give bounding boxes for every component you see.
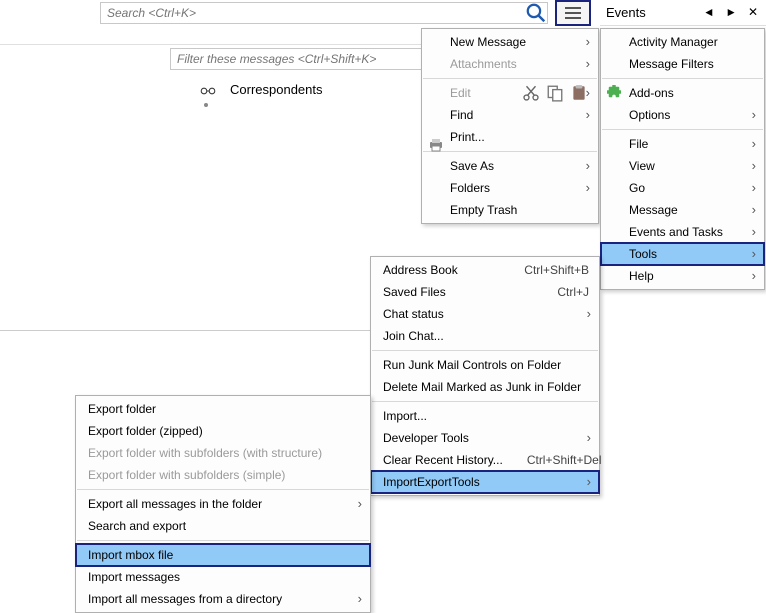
menu-search-export[interactable]: Search and export: [76, 515, 370, 537]
menu-message-filters[interactable]: Message Filters: [601, 53, 764, 75]
events-prev-icon[interactable]: ◄: [702, 6, 716, 20]
menu-events-tasks[interactable]: Events and Tasks: [601, 221, 764, 243]
menu-saved-files[interactable]: Saved FilesCtrl+J: [371, 281, 599, 303]
menu-import-mbox[interactable]: Import mbox file: [76, 544, 370, 566]
menu-export-subfolders-simple: Export folder with subfolders (simple): [76, 464, 370, 486]
menu-separator: [372, 350, 598, 351]
events-close-icon[interactable]: ✕: [746, 5, 760, 20]
menu-chat-status[interactable]: Chat status: [371, 303, 599, 325]
menu-message[interactable]: Message: [601, 199, 764, 221]
menu-edit: Edit: [422, 82, 598, 104]
menu-run-junk[interactable]: Run Junk Mail Controls on Folder: [371, 354, 599, 376]
app-menu: New Message Attachments Edit Find Print.…: [421, 28, 599, 224]
menu-separator: [423, 151, 597, 152]
menu-separator: [77, 489, 369, 490]
bullet-icon: [204, 103, 208, 107]
menu-save-as[interactable]: Save As: [422, 155, 598, 177]
menu-export-all-messages[interactable]: Export all messages in the folder: [76, 493, 370, 515]
menu-import-all-directory[interactable]: Import all messages from a directory: [76, 588, 370, 610]
menu-import[interactable]: Import...: [371, 405, 599, 427]
app-menu-button[interactable]: [555, 0, 591, 26]
events-next-icon[interactable]: ►: [724, 6, 738, 20]
menu-file[interactable]: File: [601, 133, 764, 155]
menu-options[interactable]: Options: [601, 104, 764, 126]
events-panel-header: Events ◄ ► ✕: [600, 0, 766, 26]
menu-addons[interactable]: Add-ons: [601, 82, 764, 104]
app-menu-secondary: Activity Manager Message Filters Add-ons…: [600, 28, 765, 290]
pane-divider: [0, 330, 380, 331]
menu-empty-trash[interactable]: Empty Trash: [422, 199, 598, 221]
printer-icon: [428, 138, 444, 155]
menu-view[interactable]: View: [601, 155, 764, 177]
menu-developer-tools[interactable]: Developer Tools: [371, 427, 599, 449]
correspondents-label: Correspondents: [230, 82, 323, 97]
tools-submenu: Address BookCtrl+Shift+B Saved FilesCtrl…: [370, 256, 600, 496]
addons-icon: [607, 85, 621, 102]
import-export-tools-submenu: Export folder Export folder (zipped) Exp…: [75, 395, 371, 613]
menu-delete-junk[interactable]: Delete Mail Marked as Junk in Folder: [371, 376, 599, 398]
glasses-icon: [200, 85, 216, 95]
menu-address-book[interactable]: Address BookCtrl+Shift+B: [371, 259, 599, 281]
menu-attachments: Attachments: [422, 53, 598, 75]
menu-activity-manager[interactable]: Activity Manager: [601, 31, 764, 53]
menu-separator: [77, 540, 369, 541]
menu-import-export-tools[interactable]: ImportExportTools: [371, 471, 599, 493]
menu-export-folder-zipped[interactable]: Export folder (zipped): [76, 420, 370, 442]
menu-clear-history[interactable]: Clear Recent History...Ctrl+Shift+Del: [371, 449, 599, 471]
menu-go[interactable]: Go: [601, 177, 764, 199]
search-input[interactable]: [101, 6, 525, 20]
menu-find[interactable]: Find: [422, 104, 598, 126]
cut-icon[interactable]: [522, 84, 540, 102]
menu-help[interactable]: Help: [601, 265, 764, 287]
menu-separator: [602, 129, 763, 130]
menu-separator: [423, 78, 597, 79]
search-icon[interactable]: [525, 3, 547, 23]
menu-export-subfolders-structure: Export folder with subfolders (with stru…: [76, 442, 370, 464]
menu-tools[interactable]: Tools: [601, 243, 764, 265]
menu-print[interactable]: Print...: [422, 126, 598, 148]
global-search[interactable]: [100, 2, 548, 24]
copy-icon[interactable]: [546, 84, 564, 102]
menu-export-folder[interactable]: Export folder: [76, 398, 370, 420]
column-header-correspondents[interactable]: Correspondents: [200, 82, 323, 97]
events-title: Events: [606, 5, 694, 20]
menu-import-messages[interactable]: Import messages: [76, 566, 370, 588]
menu-separator: [372, 401, 598, 402]
menu-folders[interactable]: Folders: [422, 177, 598, 199]
menu-new-message[interactable]: New Message: [422, 31, 598, 53]
menu-join-chat[interactable]: Join Chat...: [371, 325, 599, 347]
menu-separator: [602, 78, 763, 79]
